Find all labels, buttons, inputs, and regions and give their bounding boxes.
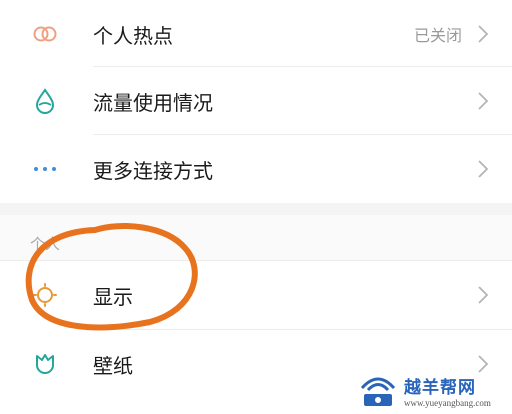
chevron-right-icon [478,92,489,110]
settings-item-label: 个人热点 [93,23,173,48]
chevron-right-icon [478,286,489,304]
hotspot-icon [30,19,60,49]
settings-item-display[interactable]: 显示 [0,261,512,329]
settings-item-more-connections[interactable]: 更多连接方式 [0,135,512,203]
settings-item-label: 壁纸 [93,353,133,378]
settings-item-label: 更多连接方式 [93,158,213,183]
watermark-logo-icon [356,370,400,410]
wallpaper-icon [30,349,60,379]
settings-item-hotspot[interactable]: 个人热点 已关闭 [0,0,512,68]
section-header: 个人 [0,215,512,261]
settings-item-data-usage[interactable]: 流量使用情况 [0,67,512,135]
section-title: 个人 [30,235,61,253]
watermark-name: 越羊帮网 [404,377,476,398]
data-usage-icon [30,86,60,116]
watermark-url: www.yueyangbang.com [404,397,491,408]
settings-item-value: 已关闭 [413,26,462,45]
settings-item-label: 流量使用情况 [93,90,213,115]
chevron-right-icon [478,25,489,43]
section-separator [0,203,512,215]
watermark: 越羊帮网 www.yueyangbang.com [356,370,506,410]
display-icon [30,280,60,310]
more-connections-icon [30,154,60,184]
chevron-right-icon [478,160,489,178]
settings-item-label: 显示 [93,284,133,309]
